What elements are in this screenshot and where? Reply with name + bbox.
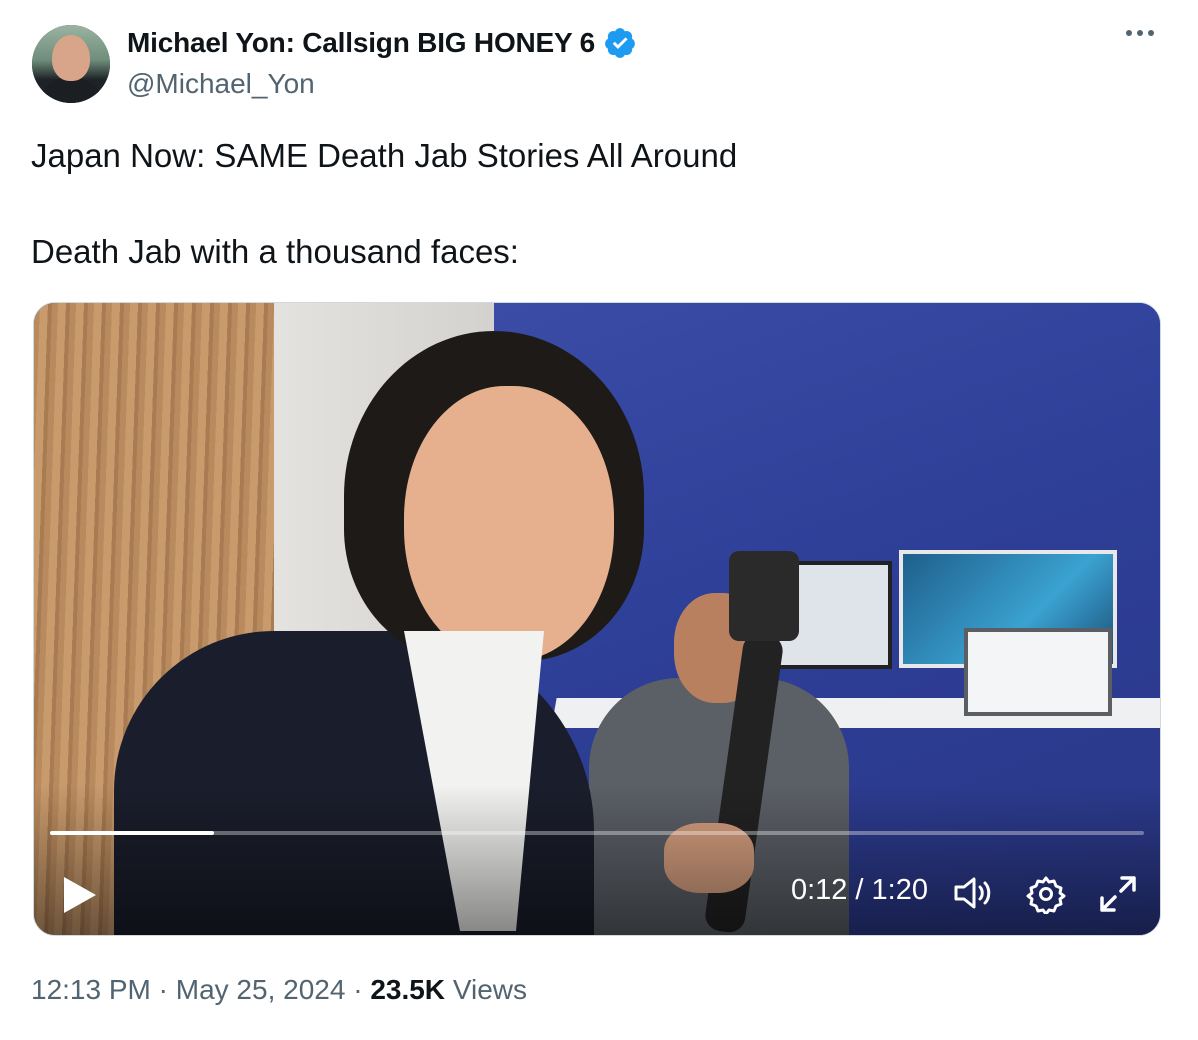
tweet-date[interactable]: May 25, 2024 [176,974,346,1005]
tweet-text-line-1: Japan Now: SAME Death Jab Stories All Ar… [31,137,738,174]
play-icon[interactable] [62,875,98,915]
video-progress-fill [50,831,215,835]
fullscreen-icon[interactable] [1098,874,1138,914]
author-handle[interactable]: @Michael_Yon [127,68,315,100]
tweet-meta: 12:13 PM · May 25, 2024 · 23.5K Views [31,974,527,1006]
settings-gear-icon[interactable] [1026,874,1066,914]
views-label: Views [452,974,527,1005]
video-player[interactable]: 0:12 / 1:20 [33,302,1161,936]
author-name[interactable]: Michael Yon: Callsign BIG HONEY 6 [127,27,595,59]
video-gimbal [729,551,799,641]
author-name-row[interactable]: Michael Yon: Callsign BIG HONEY 6 [127,26,637,60]
views-count: 23.5K [370,974,446,1005]
tweet-text-line-2: Death Jab with a thousand faces: [31,233,519,270]
video-progress-bar[interactable] [50,831,1144,835]
more-options-icon[interactable] [1126,30,1154,36]
volume-icon[interactable] [952,873,996,913]
video-time-display: 0:12 / 1:20 [790,874,928,906]
meta-separator: · [158,974,168,1005]
author-avatar[interactable] [32,25,110,103]
verified-badge-icon [605,28,635,58]
tweet-time[interactable]: 12:13 PM [31,974,151,1005]
meta-separator: · [353,974,363,1005]
